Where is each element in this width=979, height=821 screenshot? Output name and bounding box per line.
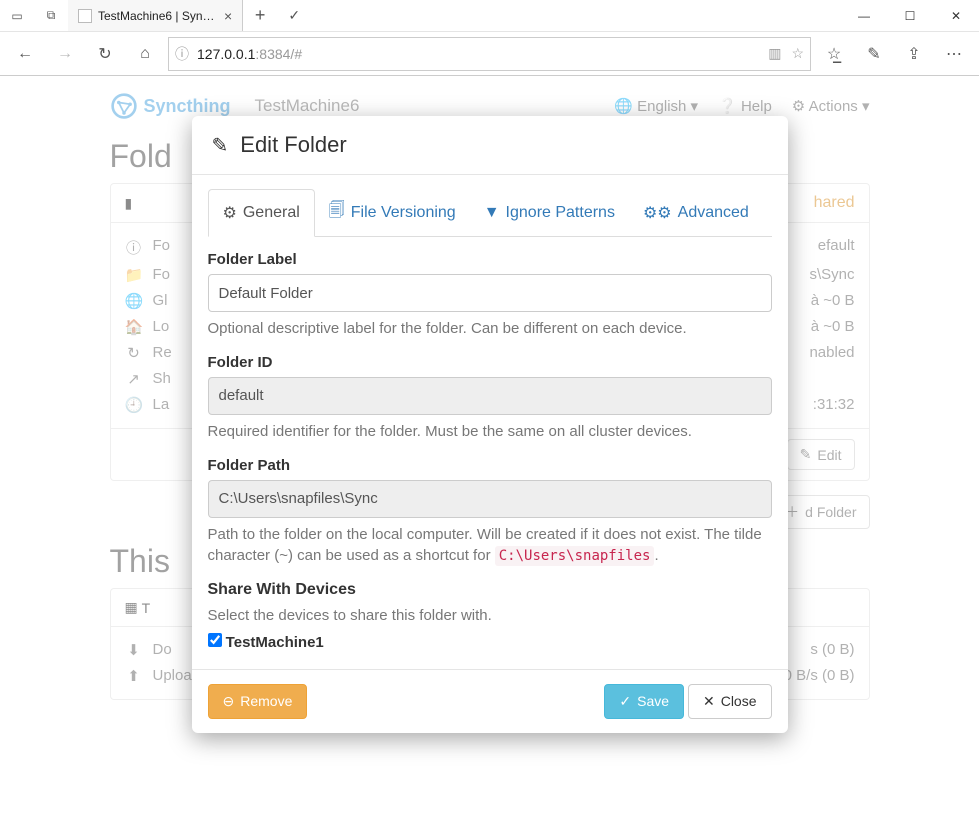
maximize-button[interactable]: ☐ [887, 0, 933, 31]
tab-advanced[interactable]: ⚙⚙Advanced [629, 189, 763, 236]
tab-file-versioning[interactable]: 🗐File Versioning [315, 189, 470, 236]
more-button[interactable]: ⋯ [937, 37, 971, 71]
modal-tabs: ⚙General 🗐File Versioning ▼Ignore Patter… [208, 189, 772, 237]
share-button[interactable]: ⇪ [897, 37, 931, 71]
close-tab-icon[interactable]: × [224, 8, 232, 24]
gear-icon: ⚙ [223, 203, 237, 223]
folder-label-input[interactable] [208, 274, 772, 312]
tab-general[interactable]: ⚙General [208, 189, 315, 237]
close-window-button[interactable]: ✕ [933, 0, 979, 31]
back-button[interactable]: ← [8, 37, 42, 71]
favorite-icon[interactable]: ☆ [791, 45, 804, 62]
info-icon: ⓘ [175, 44, 189, 64]
folder-id-label: Folder ID [208, 354, 772, 371]
minus-circle-icon: ⊖ [223, 693, 235, 710]
pencil-icon: ✎ [212, 133, 229, 158]
folder-id-input [208, 377, 772, 415]
share-with-help: Select the devices to share this folder … [208, 605, 772, 627]
page-viewport: Syncthing TestMachine6 🌐 English ▾ ❔ Hel… [0, 76, 979, 821]
tab-overview-icon[interactable]: ▭ [0, 0, 34, 31]
favicon-icon [78, 9, 92, 23]
close-icon: ✕ [703, 693, 715, 710]
check-icon: ✓ [619, 693, 631, 710]
favorites-button[interactable]: ☆̲ [817, 37, 851, 71]
tab-aside-icon[interactable]: ⧉ [34, 0, 68, 31]
address-bar[interactable]: ⓘ 127.0.0.1:8384/# ▥ ☆ [168, 37, 811, 71]
folder-path-code: C:\Users\snapfiles [495, 546, 655, 566]
tab-ignore-patterns[interactable]: ▼Ignore Patterns [470, 189, 629, 236]
browser-toolbar: ← → ↻ ⌂ ⓘ 127.0.0.1:8384/# ▥ ☆ ☆̲ ✎ ⇪ ⋯ [0, 32, 979, 76]
tab-title: TestMachine6 | Syncthin [98, 9, 218, 23]
device-checkbox[interactable] [208, 633, 222, 647]
browser-tab[interactable]: TestMachine6 | Syncthin × [68, 0, 243, 31]
forward-button[interactable]: → [48, 37, 82, 71]
notes-button[interactable]: ✎ [857, 37, 891, 71]
copy-icon: 🗐 [329, 199, 345, 226]
url-rest: :8384/# [255, 46, 302, 62]
folder-path-help: Path to the folder on the local computer… [208, 524, 772, 568]
folder-path-label: Folder Path [208, 457, 772, 474]
minimize-button[interactable]: — [841, 0, 887, 31]
device-checkbox-row[interactable]: TestMachine1 [208, 633, 772, 651]
folder-label-help: Optional descriptive label for the folde… [208, 318, 772, 340]
new-tab-button[interactable]: + [243, 0, 277, 31]
filter-icon: ▼ [484, 204, 500, 222]
modal-title: Edit Folder [240, 132, 346, 158]
home-button[interactable]: ⌂ [128, 37, 162, 71]
folder-id-help: Required identifier for the folder. Must… [208, 421, 772, 443]
folder-path-input [208, 480, 772, 518]
cogs-icon: ⚙⚙ [643, 203, 672, 223]
refresh-button[interactable]: ↻ [88, 37, 122, 71]
reading-icon[interactable]: ▥ [768, 45, 781, 62]
remove-button[interactable]: ⊖Remove [208, 684, 308, 719]
device-name: TestMachine1 [226, 634, 324, 651]
window-titlebar: ▭ ⧉ TestMachine6 | Syncthin × + ✓ — ☐ ✕ [0, 0, 979, 32]
edit-folder-modal: ✎ Edit Folder ⚙General 🗐File Versioning … [192, 116, 788, 733]
save-button[interactable]: ✓Save [604, 684, 684, 719]
share-with-heading: Share With Devices [208, 581, 772, 599]
tab-menu-icon[interactable]: ✓ [277, 0, 311, 31]
url-host: 127.0.0.1 [197, 46, 255, 62]
folder-label-label: Folder Label [208, 251, 772, 268]
close-button[interactable]: ✕Close [688, 684, 772, 719]
